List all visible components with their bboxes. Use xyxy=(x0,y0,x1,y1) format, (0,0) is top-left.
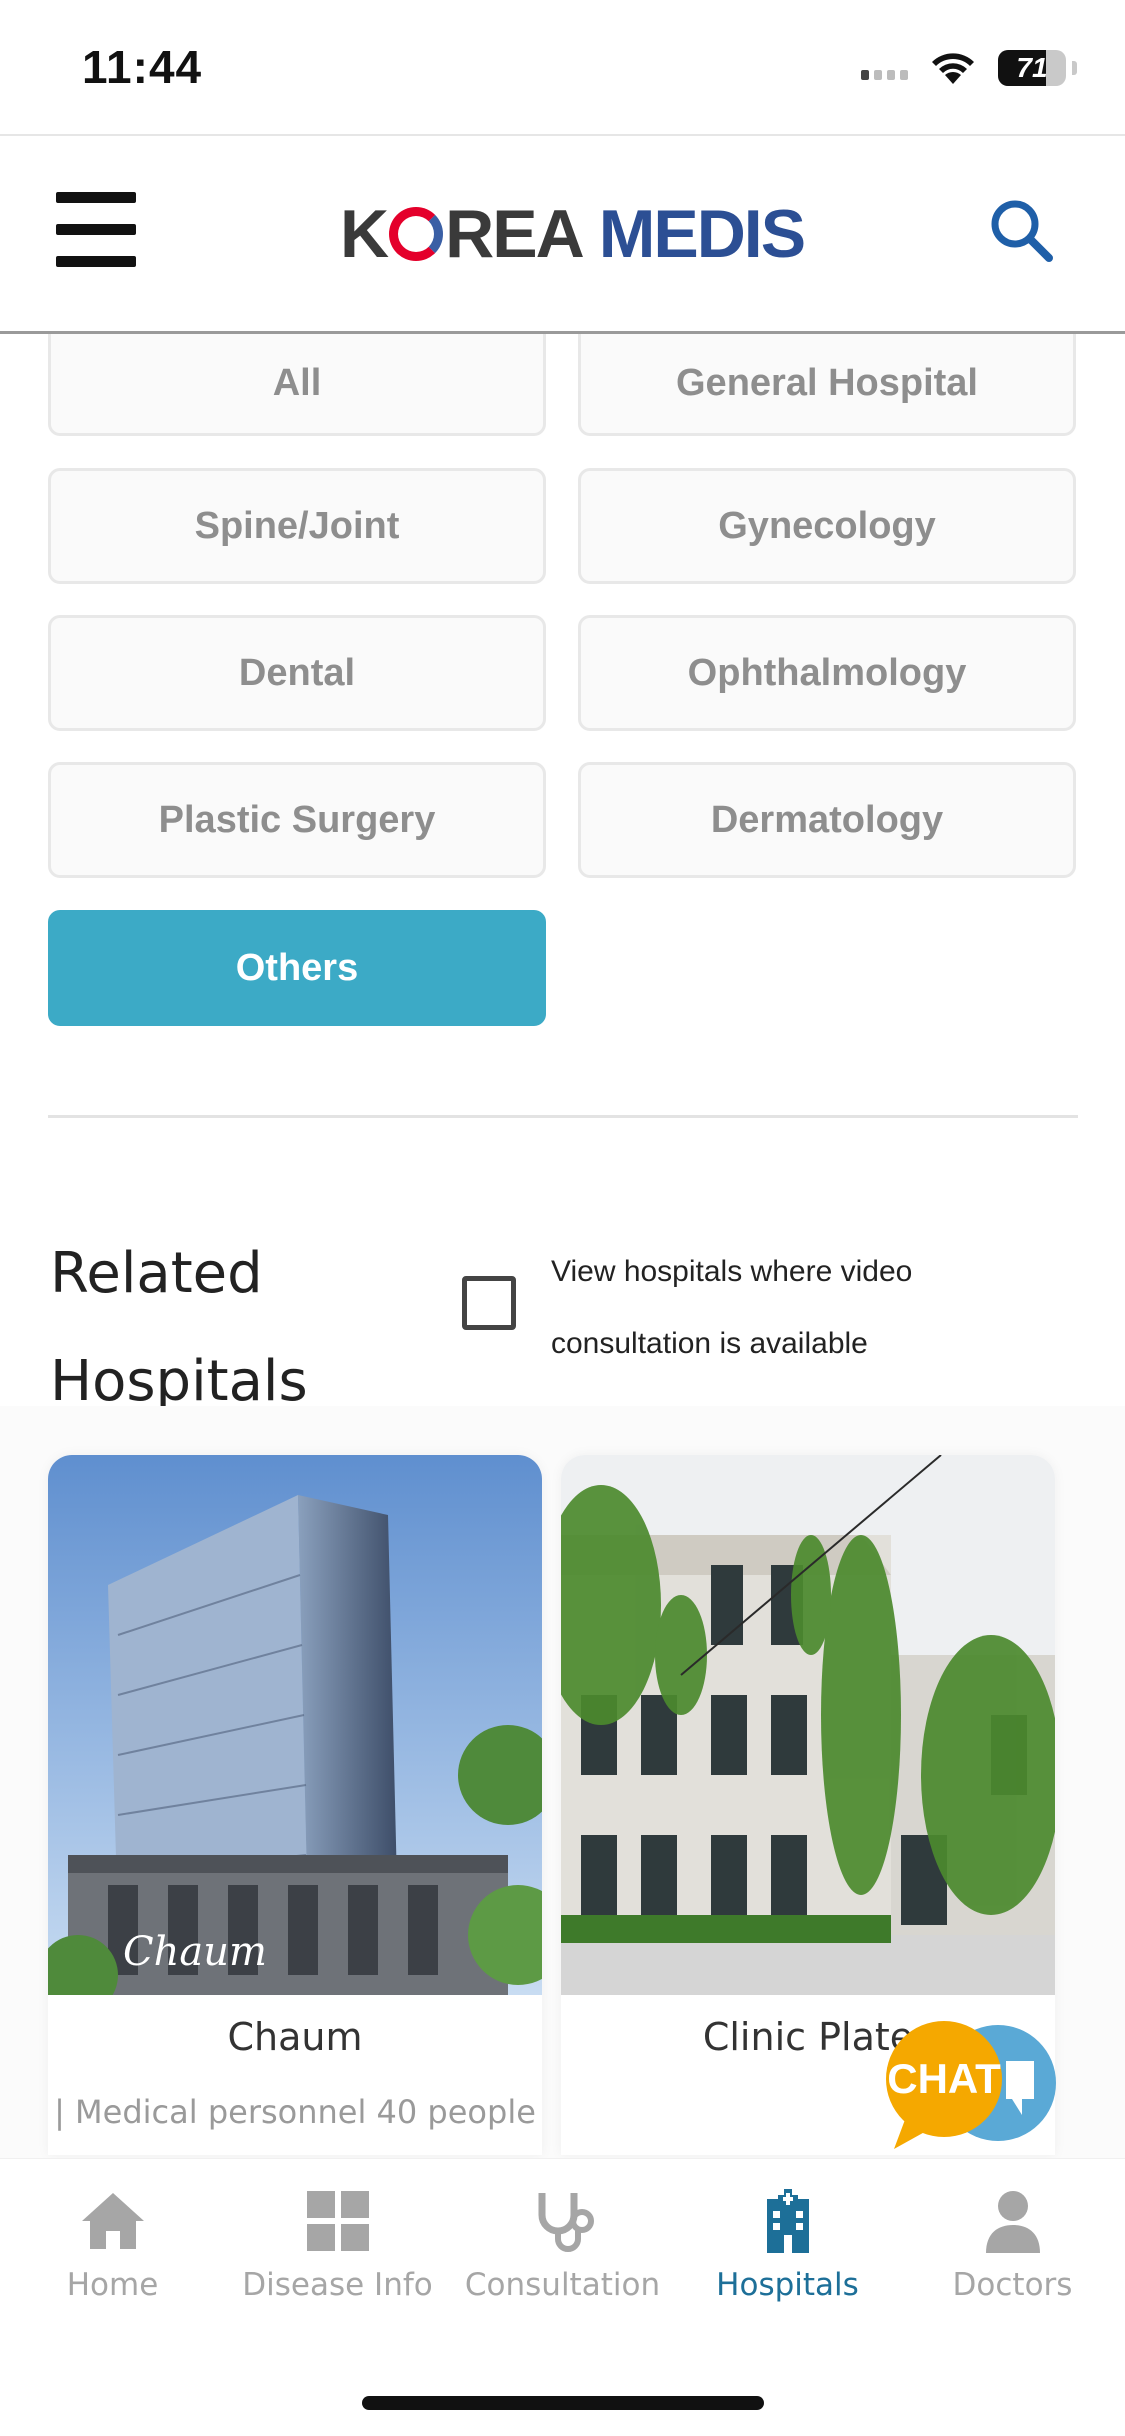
hospital-card[interactable]: Chaum Chaum | Medical personnel 40 peopl… xyxy=(48,1455,542,2155)
nav-label: Consultation xyxy=(464,2267,661,2303)
home-indicator[interactable] xyxy=(362,2396,764,2410)
hospital-name: Chaum xyxy=(227,2015,363,2059)
nav-label: Home xyxy=(66,2267,159,2303)
hospital-photo xyxy=(561,1455,1055,1995)
battery-icon: 71 xyxy=(998,50,1066,86)
svg-text:Chaum: Chaum xyxy=(123,1929,267,1975)
related-hospitals-title: Related Hospitals xyxy=(50,1241,308,1414)
nav-disease-info[interactable]: Disease Info xyxy=(225,2189,450,2319)
status-time: 11:44 xyxy=(82,41,203,93)
hospital-meta: | Medical personnel 40 people xyxy=(54,2093,536,2131)
category-gynecology[interactable]: Gynecology xyxy=(578,468,1076,584)
category-others[interactable]: Others xyxy=(48,910,546,1026)
battery-tip xyxy=(1072,61,1077,75)
status-icons: 71 xyxy=(861,44,1077,92)
korea-medis-logo[interactable]: K REA MEDIS xyxy=(340,194,806,274)
category-all[interactable]: All xyxy=(48,334,546,436)
nav-label: Hospitals xyxy=(716,2267,859,2303)
nav-label: Doctors xyxy=(952,2267,1073,2303)
hospital-photo: Chaum xyxy=(48,1455,542,1995)
status-bar: 11:44 71 xyxy=(0,0,1125,134)
chat-button[interactable]: CHAT xyxy=(884,2021,1060,2151)
logo-text-rea: REA xyxy=(445,196,585,272)
nav-doctors[interactable]: Doctors xyxy=(900,2189,1125,2319)
battery-percent: 71 xyxy=(1016,52,1048,83)
logo-circle-icon xyxy=(389,207,444,261)
grid-icon xyxy=(306,2191,369,2251)
cellular-signal-icon xyxy=(861,56,908,80)
nav-consultation[interactable]: Consultation xyxy=(450,2189,675,2319)
wifi-icon xyxy=(932,53,974,84)
hospital-icon xyxy=(766,2189,809,2253)
category-plastic-surgery[interactable]: Plastic Surgery xyxy=(48,762,546,878)
nav-label: Disease Info xyxy=(242,2267,433,2303)
nav-home[interactable]: Home xyxy=(0,2189,225,2319)
video-consultation-label[interactable]: View hospitals where video consultation … xyxy=(551,1236,1011,1380)
category-dental[interactable]: Dental xyxy=(48,615,546,731)
person-icon xyxy=(985,2191,1040,2253)
chat-label: CHAT xyxy=(887,2055,1001,2102)
home-icon xyxy=(81,2193,144,2249)
category-general-hospital[interactable]: General Hospital xyxy=(578,334,1076,436)
app-header: K REA MEDIS xyxy=(0,134,1125,334)
bottom-nav: Home Disease Info Consultation Hospitals… xyxy=(0,2158,1125,2436)
category-dermatology[interactable]: Dermatology xyxy=(578,762,1076,878)
category-ophthalmology[interactable]: Ophthalmology xyxy=(578,615,1076,731)
stethoscope-icon xyxy=(538,2193,594,2252)
video-consultation-checkbox[interactable] xyxy=(462,1276,516,1330)
hamburger-menu-icon[interactable] xyxy=(56,192,136,268)
category-spine-joint[interactable]: Spine/Joint xyxy=(48,468,546,584)
nav-hospitals[interactable]: Hospitals xyxy=(675,2189,900,2319)
logo-text-k: K xyxy=(340,196,389,272)
section-divider xyxy=(48,1115,1078,1118)
search-icon[interactable] xyxy=(985,194,1061,270)
logo-text-medis: MEDIS xyxy=(598,196,806,272)
